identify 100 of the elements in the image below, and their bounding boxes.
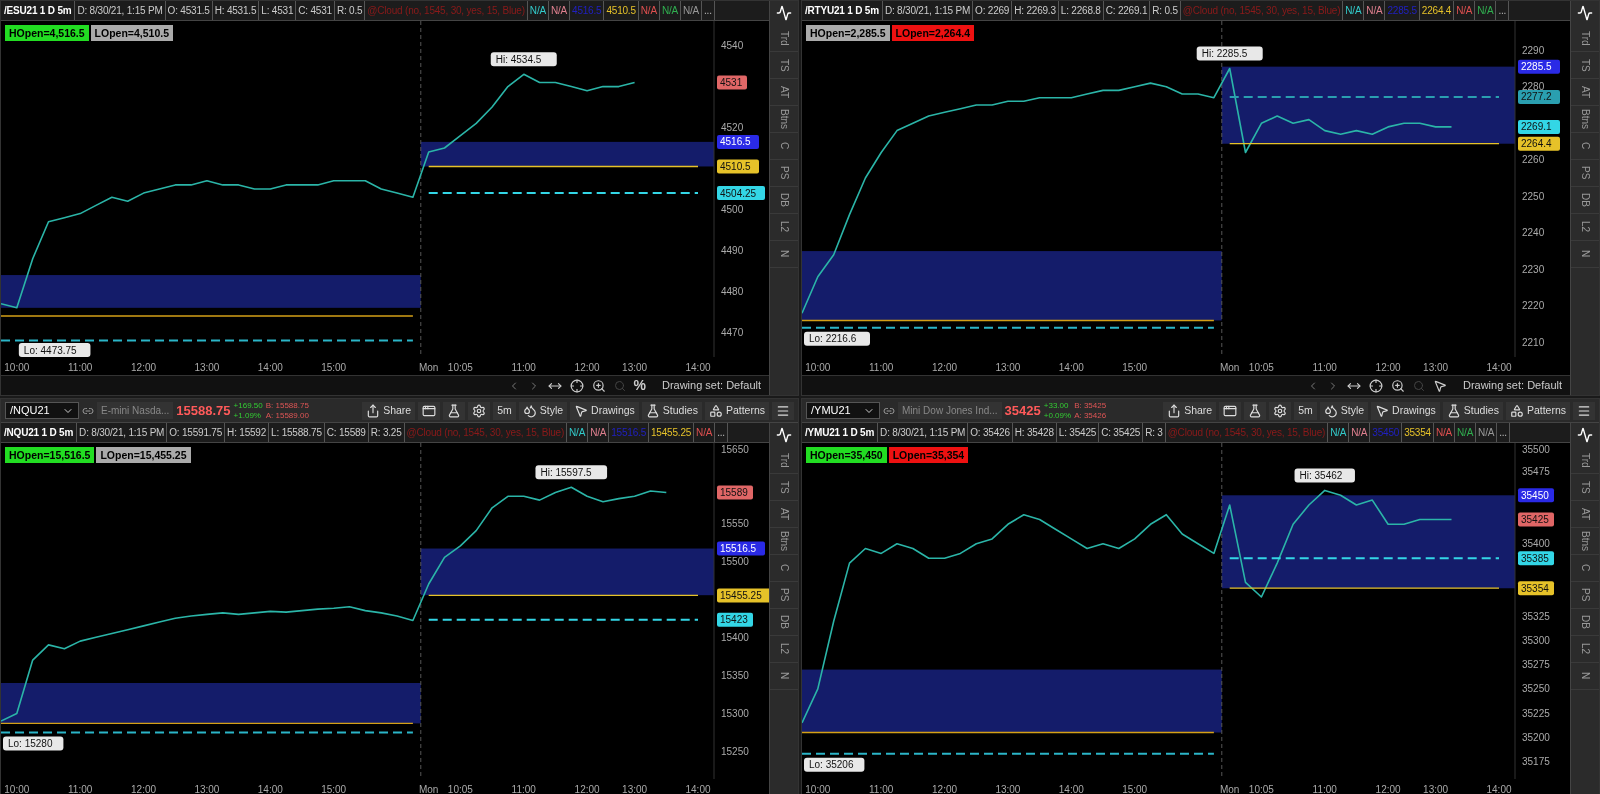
annotation: Hi: 15597.5 — [540, 466, 593, 478]
toolbar-button[interactable] — [1244, 401, 1267, 420]
price-tag: 15423 — [717, 612, 753, 627]
side-tab[interactable]: Btns — [1571, 106, 1599, 133]
side-tab[interactable]: C — [770, 555, 798, 582]
axis-label: 15650 — [721, 444, 749, 455]
price-callout: Hi: 15597.5 — [535, 465, 608, 480]
ask-price: A: 35426 — [1074, 410, 1107, 421]
crosshair-icon[interactable] — [1368, 378, 1383, 393]
last-price: 35425 — [1004, 401, 1041, 420]
study-value: H: 35428 — [1012, 423, 1057, 442]
side-tab[interactable]: C — [1571, 133, 1599, 160]
side-tab[interactable]: Trd — [770, 447, 798, 474]
side-tab[interactable]: Btns — [770, 106, 798, 133]
study-value: N/A — [1475, 1, 1497, 20]
toolbar-button[interactable]: Studies — [641, 401, 702, 420]
price-tag: 15455.25 — [717, 588, 769, 603]
toolbar-button[interactable]: Patterns — [704, 401, 769, 420]
side-tab[interactable]: DB — [1571, 187, 1599, 214]
side-tab[interactable]: Trd — [770, 25, 798, 52]
price-tag: 15516.5 — [717, 541, 765, 556]
toolbar-button[interactable] — [418, 401, 441, 420]
pointer-icon[interactable] — [1432, 378, 1447, 393]
annotation: Lo: 2216.6 — [809, 333, 857, 345]
axis-label: 35475 — [1522, 465, 1550, 477]
side-tab[interactable]: L2 — [1571, 214, 1599, 241]
toolbar-button[interactable]: Patterns — [1505, 401, 1570, 420]
side-tab[interactable]: TS — [1571, 52, 1599, 79]
price-tag: 2277.2 — [1518, 89, 1560, 104]
side-tab[interactable]: TS — [770, 474, 798, 501]
axis-label: 2210 — [1522, 336, 1545, 348]
study-value: N/A — [1364, 1, 1386, 20]
zoom-icon[interactable] — [1390, 378, 1405, 393]
side-tab[interactable]: N — [1571, 241, 1599, 268]
study-value: L: 15588.75 — [269, 423, 325, 442]
side-tab[interactable]: DB — [770, 609, 798, 636]
side-tab[interactable]: AT — [1571, 79, 1599, 106]
toolbar-button[interactable] — [772, 401, 794, 420]
toolbar-button[interactable] — [1269, 401, 1292, 420]
axis-label: 35300 — [1522, 635, 1550, 647]
side-tab[interactable]: Trd — [1571, 447, 1599, 474]
zoom-icon[interactable] — [591, 378, 606, 393]
side-tab[interactable]: TS — [770, 52, 798, 79]
side-tab[interactable]: L2 — [770, 636, 798, 663]
toolbar-button[interactable]: Drawings — [1371, 401, 1440, 420]
toolbar-button[interactable]: Style — [1319, 401, 1369, 420]
toolbar-button[interactable]: 5m — [493, 401, 516, 420]
side-tab[interactable]: Btns — [1571, 528, 1599, 555]
price-tag: 4504.25 — [717, 186, 765, 201]
study-value: N/A — [1454, 1, 1476, 20]
toolbar-button[interactable] — [443, 401, 466, 420]
toolbar-button[interactable] — [468, 401, 491, 420]
side-tab[interactable]: Trd — [1571, 25, 1599, 52]
axis-label: 15500 — [721, 555, 749, 567]
toolbar-button[interactable] — [1219, 401, 1242, 420]
symbol-field[interactable]: /YMU21 — [806, 402, 880, 419]
axis-label: 14:00 — [1486, 784, 1512, 794]
price-tag: 2264.4 — [1518, 136, 1560, 151]
toolbar-button[interactable]: Drawings — [570, 401, 639, 420]
drawing-set-label[interactable]: Drawing set: Default — [661, 377, 761, 394]
price-tag: 2285.5 — [1518, 59, 1560, 74]
side-tab[interactable]: N — [770, 663, 798, 690]
pointer-icon — [1375, 403, 1390, 418]
description-field[interactable]: E-mini Nasda... — [97, 402, 174, 419]
side-tab[interactable]: PS — [770, 582, 798, 609]
side-tab[interactable]: PS — [770, 160, 798, 187]
side-tab[interactable]: L2 — [1571, 636, 1599, 663]
study-value: C: 2269.1 — [1103, 1, 1151, 20]
side-tab[interactable]: AT — [770, 79, 798, 106]
description-field[interactable]: Mini Dow Jones Ind... — [898, 402, 1002, 419]
toolbar-button[interactable]: Style — [518, 401, 568, 420]
side-tab[interactable]: DB — [1571, 609, 1599, 636]
side-tab[interactable]: C — [770, 133, 798, 160]
side-tab[interactable]: N — [1571, 663, 1599, 690]
side-tab[interactable]: TS — [1571, 474, 1599, 501]
toolbar-button[interactable]: Share — [1163, 401, 1217, 420]
price-tag: 35385 — [1518, 551, 1554, 566]
symbol-field[interactable]: /NQU21 — [5, 402, 79, 419]
drawing-set-label[interactable]: Drawing set: Default — [1462, 377, 1562, 394]
side-tab[interactable]: PS — [1571, 582, 1599, 609]
percent-button[interactable]: % — [633, 375, 646, 396]
axis-label: 10:05 — [1248, 362, 1274, 373]
axis-label: 35175 — [1522, 756, 1550, 768]
axis-label: 13:00 — [995, 784, 1021, 794]
toolbar-button[interactable] — [1573, 401, 1595, 420]
side-tab[interactable]: C — [1571, 555, 1599, 582]
net-change: +169.50 — [233, 400, 263, 411]
side-tab[interactable]: Btns — [770, 528, 798, 555]
crosshair-icon[interactable] — [569, 378, 584, 393]
side-tab[interactable]: DB — [770, 187, 798, 214]
toolbar-button[interactable]: 5m — [1294, 401, 1317, 420]
study-value: @Cloud (no, 1545, 30, yes, 15, Blue) — [1165, 423, 1329, 442]
droplets-icon — [522, 403, 537, 418]
side-tab[interactable]: AT — [1571, 501, 1599, 528]
toolbar-button[interactable]: Studies — [1442, 401, 1503, 420]
toolbar-button[interactable]: Share — [362, 401, 416, 420]
side-tab[interactable]: N — [770, 241, 798, 268]
side-tab[interactable]: PS — [1571, 160, 1599, 187]
side-tab[interactable]: L2 — [770, 214, 798, 241]
side-tab[interactable]: AT — [770, 501, 798, 528]
